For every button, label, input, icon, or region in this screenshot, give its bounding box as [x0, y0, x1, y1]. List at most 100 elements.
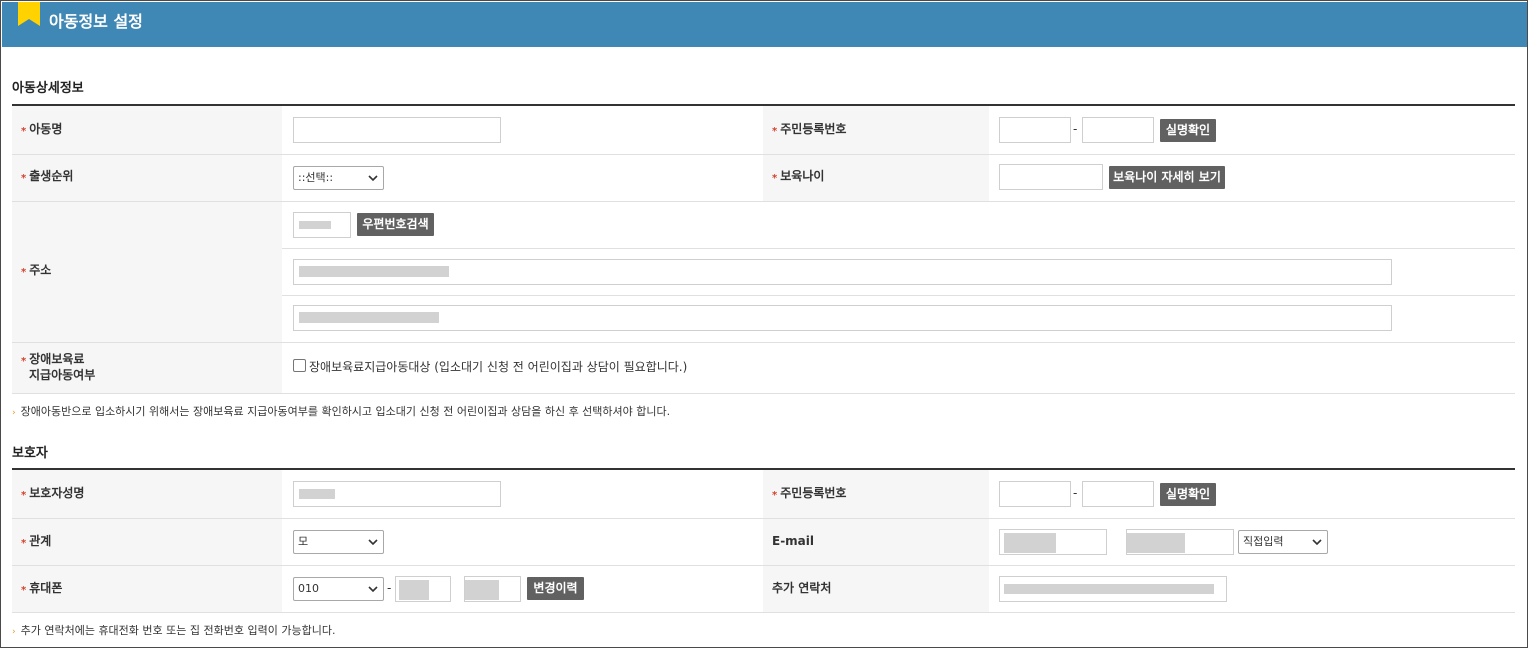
care-age-label-text: 보육나이	[780, 169, 825, 183]
redacted-value	[465, 580, 499, 600]
disability-checkbox[interactable]	[293, 359, 306, 372]
chevron-down-icon	[368, 586, 378, 593]
disability-label-line1: 장애보육료	[29, 352, 85, 366]
required-mark: *	[21, 267, 27, 278]
care-age-label: * 보육나이	[772, 168, 824, 186]
required-mark: *	[21, 356, 27, 367]
required-mark: *	[21, 173, 27, 184]
phone-prefix-select[interactable]: 010	[293, 577, 384, 601]
address-label: * 주소	[21, 262, 51, 280]
phone-last-input[interactable]	[464, 576, 521, 602]
label-column-bg	[12, 106, 282, 393]
required-mark: *	[772, 490, 778, 501]
relation-select[interactable]: 모	[293, 530, 384, 554]
guardian-rrn-label: * 주민등록번호	[772, 485, 846, 503]
rrn-dash: -	[1073, 122, 1078, 136]
page-header: 아동정보 설정	[2, 2, 1527, 47]
row-divider	[12, 201, 1515, 202]
relation-label-text: 관계	[29, 534, 52, 548]
redacted-value	[299, 266, 449, 277]
extra-contact-input[interactable]	[999, 576, 1227, 602]
email-domain-select-value: 직접입력	[1243, 535, 1284, 548]
address-line2-input[interactable]	[293, 305, 1392, 331]
child-rrn-front-input[interactable]	[999, 117, 1071, 143]
guardian-verify-button[interactable]: 실명확인	[1160, 483, 1216, 506]
redacted-value	[1004, 584, 1214, 594]
disability-checkbox-label: 장애보육료지급아동대상 (입소대기 신청 전 어린이집과 상담이 필요합니다.)	[309, 360, 688, 374]
email-domain-input[interactable]	[1126, 529, 1234, 555]
extra-contact-label: 추가 연락처	[772, 581, 832, 595]
guardian-name-label: * 보호자성명	[21, 485, 84, 503]
row-divider	[282, 295, 1515, 296]
guardian-rrn-label-text: 주민등록번호	[780, 486, 847, 500]
required-mark: *	[21, 585, 27, 596]
child-rrn-back-input[interactable]	[1082, 117, 1154, 143]
relation-value: 모	[298, 535, 309, 548]
address-label-text: 주소	[29, 263, 52, 277]
redacted-value	[299, 221, 331, 229]
required-mark: *	[772, 126, 778, 137]
phone-label: * 휴대폰	[21, 580, 62, 598]
note-arrow-icon: ›	[12, 408, 16, 418]
guardian-note-text: 추가 연락처에는 휴대전화 번호 또는 집 전화번호 입력이 가능합니다.	[20, 624, 336, 637]
redacted-value	[299, 312, 439, 323]
row-divider	[12, 518, 1515, 519]
guardian-note: › 추가 연락처에는 휴대전화 번호 또는 집 전화번호 입력이 가능합니다.	[12, 624, 335, 639]
required-mark: *	[772, 173, 778, 184]
disability-label-line2: 지급아동여부	[29, 368, 96, 382]
care-age-detail-button[interactable]: 보육나이 자세히 보기	[1109, 166, 1225, 189]
redacted-value	[399, 580, 429, 600]
required-mark: *	[21, 490, 27, 501]
email-label: E-mail	[772, 534, 815, 548]
chevron-down-icon	[368, 539, 378, 546]
bookmark-icon	[18, 2, 40, 26]
guardian-name-input[interactable]	[293, 481, 501, 507]
birth-order-label: * 출생순위	[21, 168, 73, 186]
page-title: 아동정보 설정	[49, 12, 143, 31]
phone-label-text: 휴대폰	[29, 581, 63, 595]
guardian-rrn-back-input[interactable]	[1082, 481, 1154, 507]
child-section-title: 아동상세정보	[12, 81, 84, 96]
birth-order-value: ::선택::	[298, 171, 334, 184]
chevron-down-icon	[1312, 539, 1322, 546]
address-line1-input[interactable]	[293, 259, 1392, 285]
child-verify-button[interactable]: 실명확인	[1160, 119, 1216, 142]
row-divider	[12, 393, 1515, 394]
zipcode-input[interactable]	[293, 212, 351, 238]
email-domain-select[interactable]: 직접입력	[1238, 530, 1328, 554]
phone-history-button[interactable]: 변경이력	[527, 577, 584, 600]
note-arrow-icon: ›	[12, 627, 16, 637]
phone-dash: -	[387, 581, 392, 595]
redacted-value	[1004, 533, 1056, 553]
row-divider	[282, 248, 1515, 249]
redacted-value	[299, 489, 335, 499]
zipcode-search-button[interactable]: 우편번호검색	[357, 213, 434, 236]
chevron-down-icon	[368, 175, 378, 182]
child-name-label: * 아동명	[21, 121, 62, 139]
required-mark: *	[21, 538, 27, 549]
relation-label: * 관계	[21, 533, 51, 551]
birth-order-select[interactable]: ::선택::	[293, 166, 384, 190]
birth-order-label-text: 출생순위	[29, 169, 74, 183]
child-name-label-text: 아동명	[29, 122, 63, 136]
required-mark: *	[21, 126, 27, 137]
child-rrn-label: * 주민등록번호	[772, 121, 846, 139]
form-window: 아동정보 설정 아동상세정보 * 아동명 * 주민등록번호 - 실명확인 * 출생순위…	[0, 0, 1528, 648]
redacted-value	[1127, 533, 1185, 553]
row-divider	[12, 565, 1515, 566]
guardian-section-title: 보호자	[12, 446, 48, 461]
child-name-input[interactable]	[293, 117, 501, 143]
row-divider	[12, 612, 1515, 613]
guardian-rrn-front-input[interactable]	[999, 481, 1071, 507]
child-rrn-label-text: 주민등록번호	[780, 122, 847, 136]
guardian-name-label-text: 보호자성명	[29, 486, 85, 500]
phone-prefix-value: 010	[298, 582, 319, 595]
row-divider	[12, 154, 1515, 155]
email-id-input[interactable]	[999, 529, 1107, 555]
phone-middle-input[interactable]	[395, 576, 451, 602]
row-divider	[12, 342, 1515, 343]
rrn-dash: -	[1073, 486, 1078, 500]
care-age-input[interactable]	[999, 164, 1103, 190]
child-note-text: 장애아동반으로 입소하시기 위해서는 장애보육료 지급아동여부를 확인하시고 입…	[20, 405, 671, 418]
child-note: › 장애아동반으로 입소하시기 위해서는 장애보육료 지급아동여부를 확인하시고 …	[12, 405, 670, 420]
